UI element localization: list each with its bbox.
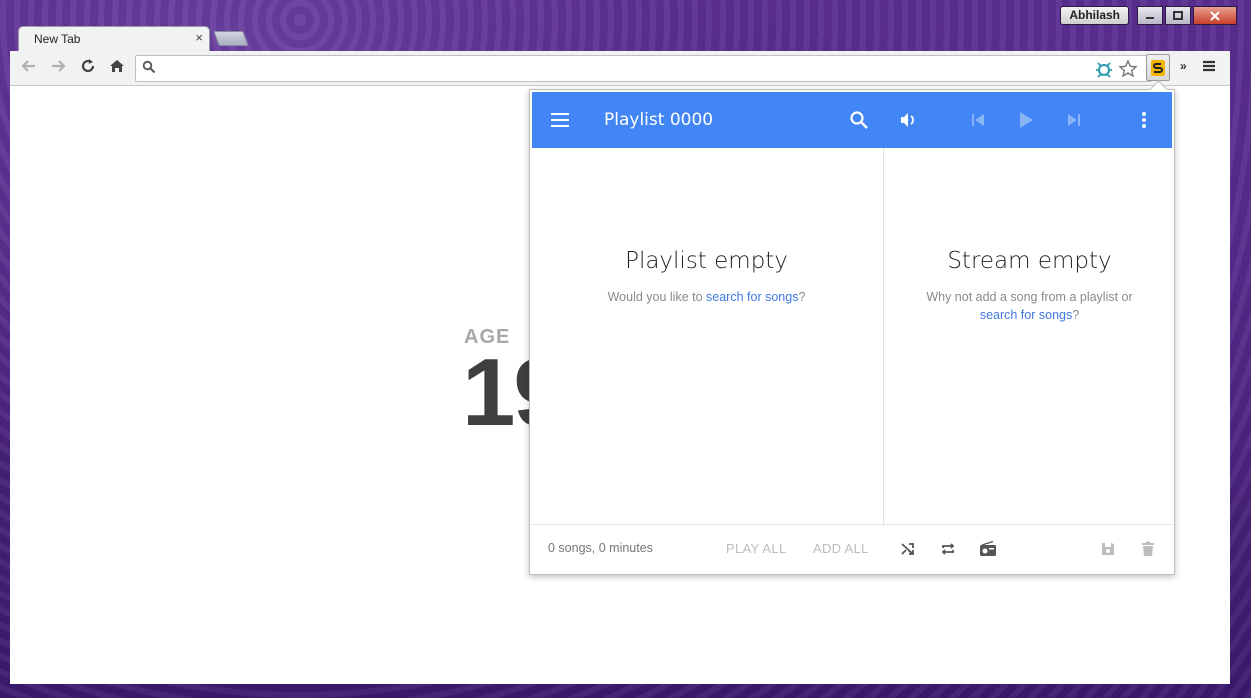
close-window-button[interactable] [1193,6,1237,25]
shuffle-icon [901,543,914,555]
profile-button[interactable]: Abhilash [1060,6,1129,25]
playlist-search-link[interactable]: search for songs [706,290,798,304]
next-track-button[interactable] [1062,108,1086,132]
browser-toolbar: » [10,51,1230,86]
music-player-popup: Playlist 0000 Playlist empty Would you l… [529,89,1175,575]
address-input[interactable] [160,59,1090,79]
stream-empty-title: Stream empty [947,248,1112,274]
reload-icon [81,59,95,73]
more-options-button[interactable] [1132,108,1156,132]
repeat-icon [941,543,955,555]
playlist-pane: Playlist empty Would you like to search … [530,148,884,524]
search-icon [142,60,156,79]
search-icon [850,111,868,129]
home-button[interactable] [106,57,128,79]
repeat-button[interactable] [938,539,958,559]
more-vert-icon [1142,112,1146,128]
play-all-button[interactable]: PLAY ALL [726,541,786,556]
player-footer: 0 songs, 0 minutes PLAY ALL ADD ALL [530,524,1174,574]
forward-button[interactable] [47,57,69,79]
playlist-prompt-suffix: ? [798,290,806,304]
stream-empty-prompt: Why not add a song from a playlist or [926,290,1133,304]
save-icon [1102,543,1114,555]
stream-empty-message: Why not add a song from a playlist or se… [885,288,1174,324]
tab-close-button[interactable]: × [195,30,203,45]
music-extension-button[interactable] [1146,54,1170,81]
close-icon [1210,10,1220,21]
tab-new-tab[interactable]: New Tab × [18,26,210,52]
radio-icon [980,541,996,556]
extension-bug-icon[interactable] [1094,59,1114,84]
save-playlist-button[interactable] [1098,539,1118,559]
song-count: 0 songs, 0 minutes [548,541,653,555]
playlist-empty-prompt: Would you like to [607,290,707,304]
music-extension-icon [1151,59,1165,76]
maximize-icon [1173,11,1183,20]
stream-prompt-suffix: ? [1072,308,1080,322]
reload-button[interactable] [77,57,99,79]
trash-icon [1142,541,1154,556]
extensions-overflow-button[interactable]: » [1180,59,1187,73]
player-header: Playlist 0000 [532,92,1172,148]
shuffle-button[interactable] [898,539,918,559]
volume-button[interactable] [896,108,920,132]
forward-arrow-icon [52,60,66,72]
stream-pane: Stream empty Why not add a song from a p… [885,148,1174,524]
menu-button[interactable] [548,108,572,132]
back-arrow-icon [21,60,35,72]
playlist-title: Playlist 0000 [604,110,714,130]
bookmark-star-icon[interactable] [1118,59,1138,84]
omnibox[interactable] [135,55,1152,82]
chrome-menu-button[interactable] [1202,59,1216,78]
back-button[interactable] [18,57,40,79]
delete-playlist-button[interactable] [1138,539,1158,559]
hamburger-menu-icon [551,113,569,127]
radio-button[interactable] [978,539,998,559]
home-icon [110,60,124,72]
skip-previous-icon [972,114,984,126]
play-icon [1020,112,1033,128]
skip-next-icon [1068,114,1080,126]
playlist-empty-title: Playlist empty [625,248,788,274]
volume-icon [901,113,914,127]
search-button[interactable] [847,108,871,132]
age-value: 19 [462,339,534,446]
minimize-button[interactable] [1137,6,1163,25]
maximize-button[interactable] [1165,6,1191,25]
playlist-empty-message: Would you like to search for songs? [530,288,883,306]
minimize-icon [1146,16,1154,19]
stream-search-link[interactable]: search for songs [980,308,1072,322]
hamburger-menu-icon [1203,60,1215,72]
new-tab-button[interactable] [213,31,249,46]
previous-track-button[interactable] [966,108,990,132]
add-all-button[interactable]: ADD ALL [813,541,869,556]
play-button[interactable] [1014,108,1038,132]
window-caption-buttons: Abhilash [1060,6,1237,25]
tab-title: New Tab [34,32,81,46]
